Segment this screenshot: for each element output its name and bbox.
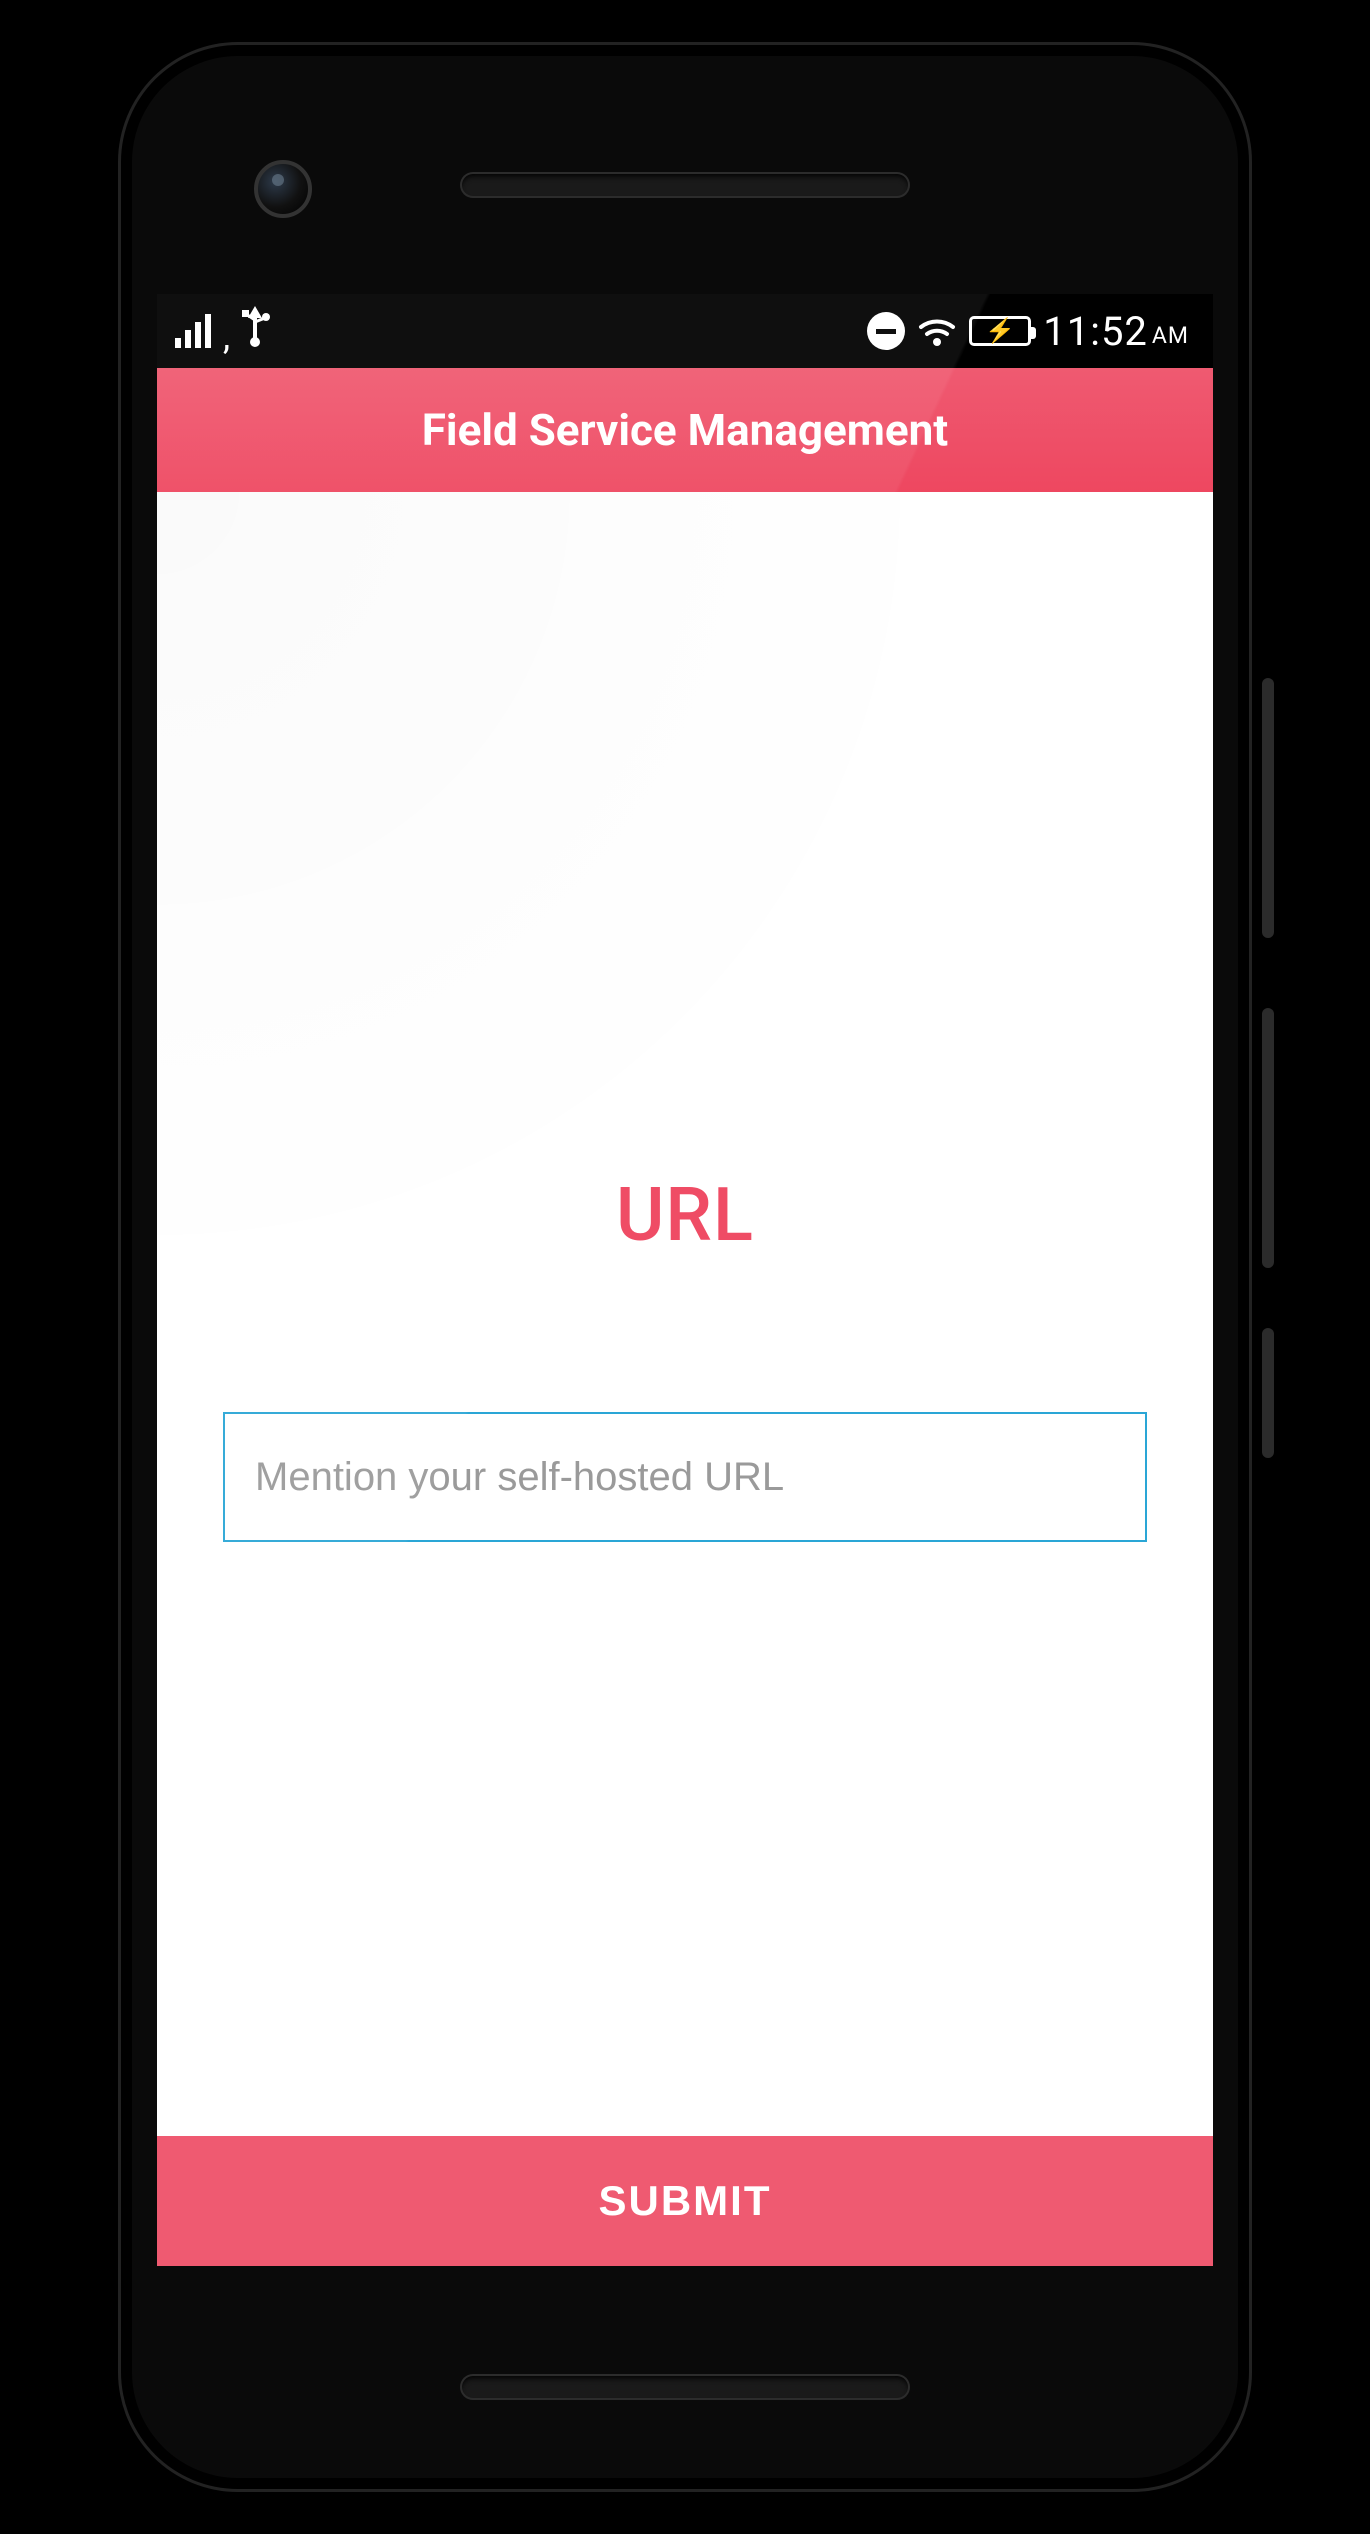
app-header: Field Service Management <box>157 368 1213 492</box>
phone-side-button <box>1262 1328 1274 1458</box>
status-bar: , <box>157 294 1213 368</box>
content-area: URL SUBMIT <box>157 492 1213 2266</box>
phone-frame-outer: , <box>104 28 1266 2506</box>
phone-side-button <box>1262 678 1274 938</box>
phone-frame-inner: , <box>118 42 1252 2492</box>
wifi-icon <box>917 315 957 347</box>
url-input[interactable] <box>223 1412 1147 1542</box>
bottom-speaker-icon <box>460 2374 910 2400</box>
device-screen: , <box>157 294 1213 2266</box>
front-camera-icon <box>254 160 312 218</box>
earpiece-speaker-icon <box>460 172 910 198</box>
form-heading: URL <box>157 1172 1213 1259</box>
status-ampm: AM <box>1152 322 1189 349</box>
status-bar-left: , <box>175 306 270 357</box>
submit-button[interactable]: SUBMIT <box>157 2136 1213 2266</box>
background-decoration <box>157 492 1213 2266</box>
status-clock: 11:52AM <box>1043 308 1189 355</box>
phone-side-button <box>1262 1008 1274 1268</box>
battery-charging-icon: ⚡ <box>969 316 1031 346</box>
status-time: 11:52 <box>1043 308 1148 355</box>
app-title: Field Service Management <box>422 404 948 456</box>
signal-bars-icon <box>175 314 211 348</box>
do-not-disturb-icon <box>867 312 905 350</box>
usb-icon <box>240 306 270 357</box>
status-bar-right: ⚡ 11:52AM <box>867 308 1189 355</box>
